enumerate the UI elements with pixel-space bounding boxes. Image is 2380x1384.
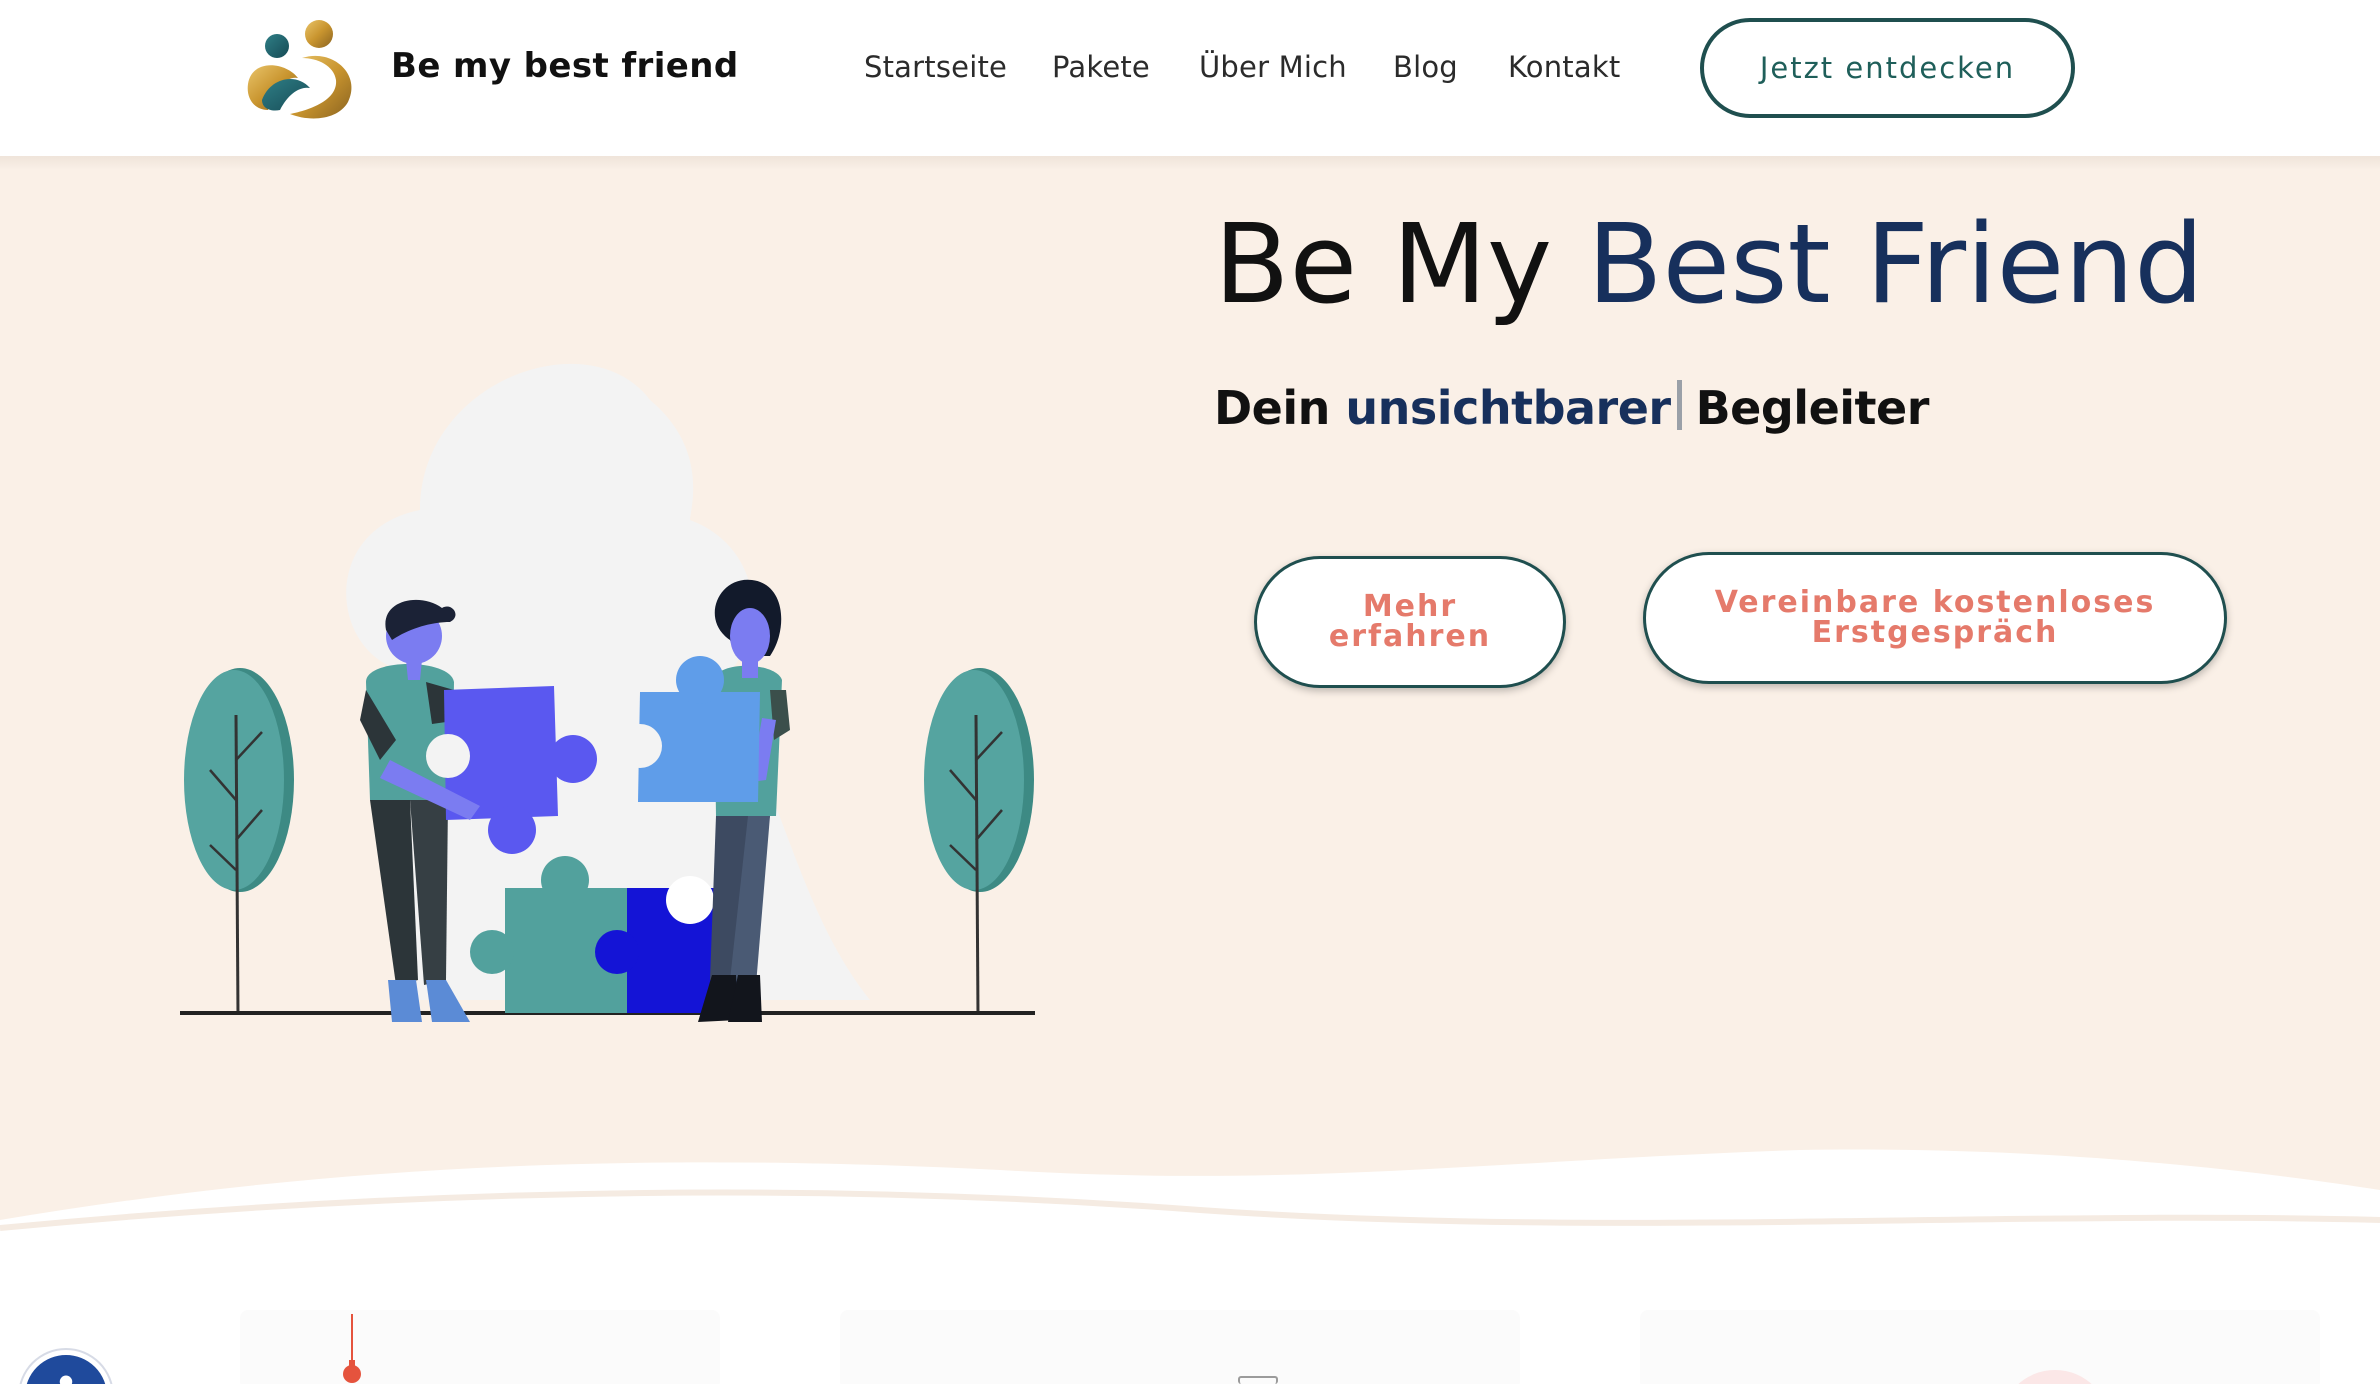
accessibility-icon[interactable]: [20, 1350, 112, 1384]
typing-cursor: [1676, 380, 1682, 430]
feature-card: [840, 1310, 1520, 1384]
feature-card: [240, 1310, 720, 1384]
nav-kontakt[interactable]: Kontakt: [1508, 50, 1620, 84]
subtitle-typed-word: unsichtbarer: [1345, 381, 1671, 435]
header-shadow: [0, 156, 2380, 170]
subtitle-suffix: Begleiter: [1695, 381, 1930, 435]
hero-title: Be My Best Friend: [1214, 200, 2204, 328]
puzzle-illustration: [180, 363, 1035, 1022]
calendar-icon: [1238, 1376, 1278, 1384]
nav-startseite[interactable]: Startseite: [864, 50, 1007, 84]
hero-title-accent: Best Friend: [1587, 200, 2204, 328]
nav-pakete[interactable]: Pakete: [1052, 50, 1150, 84]
tree-left: [184, 668, 294, 1016]
erstgespraech-button[interactable]: Vereinbare kostenloses Erstgespräch: [1643, 552, 2227, 684]
nav-ueber-mich[interactable]: Über Mich: [1199, 50, 1347, 84]
tree-right: [924, 668, 1034, 1016]
feature-card: [1640, 1310, 2320, 1384]
hero-wave-divider: [0, 1149, 2380, 1270]
tv-tower-icon: [343, 1314, 361, 1383]
nav-blog[interactable]: Blog: [1393, 50, 1458, 84]
hero-title-part1: Be My: [1214, 200, 1588, 328]
site-header: Be my best friend Startseite Pakete Über…: [0, 0, 2380, 156]
mehr-erfahren-button[interactable]: Mehr erfahren: [1254, 556, 1566, 688]
jetzt-entdecken-button[interactable]: Jetzt entdecken: [1700, 18, 2075, 118]
subtitle-prefix: Dein: [1214, 381, 1346, 435]
hero-subtitle: Dein unsichtbarer Begleiter: [1214, 380, 1929, 435]
